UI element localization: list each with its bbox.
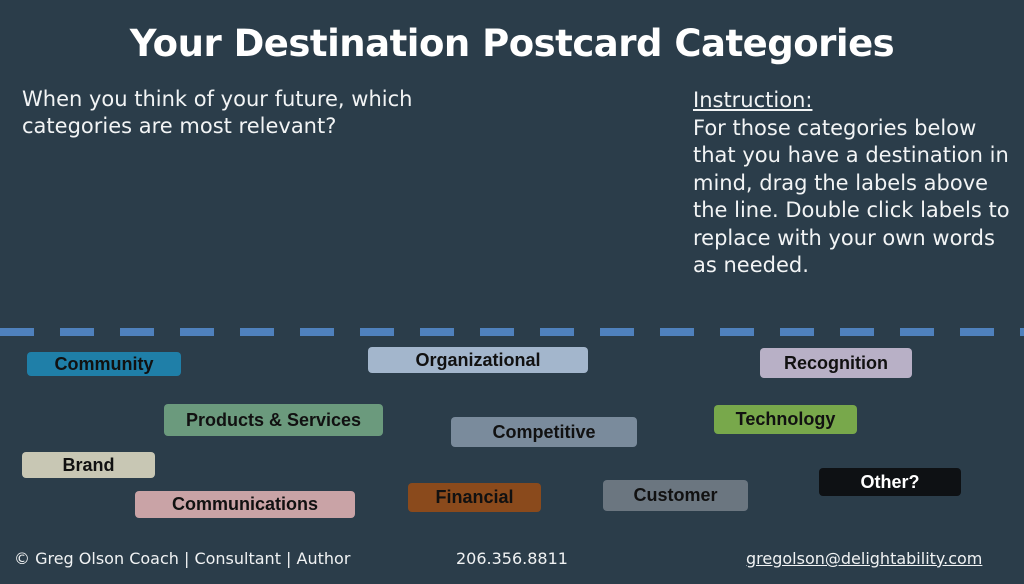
question-text: When you think of your future, which cat… bbox=[22, 87, 413, 138]
instruction-block: Instruction: For those categories below … bbox=[693, 87, 1013, 280]
label-communications[interactable]: Communications bbox=[135, 491, 355, 518]
label-competitive[interactable]: Competitive bbox=[451, 417, 637, 447]
label-organizational[interactable]: Organizational bbox=[368, 347, 588, 373]
label-brand[interactable]: Brand bbox=[22, 452, 155, 478]
instruction-body: For those categories below that you have… bbox=[693, 115, 1010, 278]
label-other[interactable]: Other? bbox=[819, 468, 961, 496]
footer-email-link[interactable]: gregolson@delightability.com bbox=[746, 549, 982, 568]
label-products-services[interactable]: Products & Services bbox=[164, 404, 383, 436]
label-financial[interactable]: Financial bbox=[408, 483, 541, 512]
footer-credit: © Greg Olson Coach | Consultant | Author bbox=[14, 549, 351, 568]
footer-phone: 206.356.8811 bbox=[456, 549, 568, 568]
instruction-heading: Instruction: bbox=[693, 88, 813, 112]
page-title: Your Destination Postcard Categories bbox=[129, 22, 895, 65]
drop-line-divider bbox=[0, 328, 1024, 336]
label-community[interactable]: Community bbox=[27, 352, 181, 376]
label-recognition[interactable]: Recognition bbox=[760, 348, 912, 378]
label-technology[interactable]: Technology bbox=[714, 405, 857, 434]
label-customer[interactable]: Customer bbox=[603, 480, 748, 511]
